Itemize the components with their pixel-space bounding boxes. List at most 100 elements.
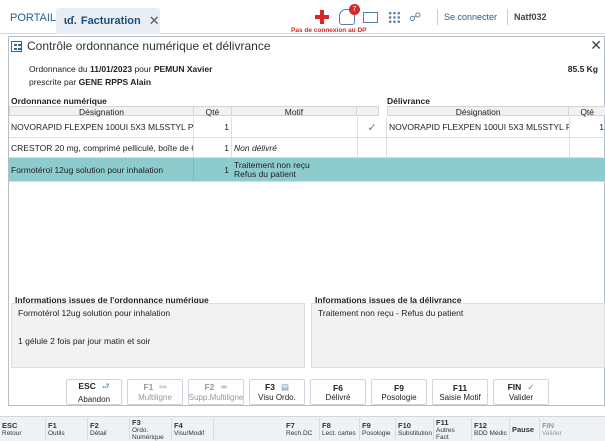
table-row[interactable]: NOVORAPID FLEXPEN 100UI 5X3 ML5STYL PR R… bbox=[9, 117, 605, 138]
bottom-f2-label: Détail bbox=[90, 430, 107, 437]
bottom-f4-key: F4 bbox=[174, 421, 183, 430]
prescriber-name: GENE RPPS Alain bbox=[78, 77, 152, 87]
bottom-f8[interactable]: F8 Lect. cartes bbox=[320, 418, 360, 440]
bottom-f9[interactable]: F9 Posologie bbox=[360, 418, 396, 440]
bottom-f8-label: Lect. cartes bbox=[322, 430, 356, 437]
bottom-f8-key: F8 bbox=[322, 421, 331, 430]
bottom-f3-label: Ordo. Numérique bbox=[132, 426, 164, 441]
motif-line-2: Refus du patient bbox=[234, 168, 296, 179]
row-qte: 1 bbox=[194, 117, 232, 137]
info-ordo-line2: 1 gélule 2 fois par jour matin et soir bbox=[18, 335, 151, 346]
multiligne-label: Multiligne bbox=[138, 393, 172, 402]
prescriber-line: prescrite par GENE RPPS Alain bbox=[29, 77, 151, 87]
bottom-f2[interactable]: F2 Détail bbox=[88, 418, 130, 440]
bottom-f7-key: F7 bbox=[286, 421, 295, 430]
saisie-motif-button[interactable]: F11 Saisie Motif bbox=[432, 379, 488, 405]
ordo-control-dialog: Contrôle ordonnance numérique et délivra… bbox=[8, 36, 605, 406]
col-qte[interactable]: Qté bbox=[194, 107, 232, 117]
table-row[interactable]: Formotérol 12ug solution pour inhalation… bbox=[9, 158, 605, 182]
bottom-f3[interactable]: F3 Ordo. Numérique bbox=[130, 417, 172, 441]
bottom-esc-key: ESC bbox=[2, 421, 18, 430]
bottom-f10-key: F10 bbox=[398, 421, 411, 430]
supp-multiligne-label: Supp.Multiligne bbox=[188, 393, 244, 402]
abandon-button[interactable]: ESC ⮐ Abandon bbox=[66, 379, 122, 405]
close-tab-icon[interactable]: ✕ bbox=[149, 13, 160, 29]
key-f11: F11 bbox=[452, 382, 468, 393]
dialog-title: Contrôle ordonnance numérique et délivra… bbox=[11, 39, 271, 53]
bottom-f4-label: Visu/Modif bbox=[174, 430, 205, 437]
apps-grid-icon[interactable] bbox=[388, 10, 401, 24]
user-name[interactable]: Natf032 bbox=[514, 12, 547, 22]
tab-facturation[interactable]: ɩɗ. Facturation ✕ bbox=[56, 8, 160, 34]
info-ordo-box: Formotérol 12ug solution pour inhalation… bbox=[11, 303, 305, 368]
table-row[interactable]: CRESTOR 20 mg, comprimé pelliculé, boîte… bbox=[9, 138, 605, 158]
connect-link[interactable]: Se connecter bbox=[444, 12, 497, 22]
bottom-f12[interactable]: F12 BDD Médic bbox=[472, 418, 510, 440]
key-esc: ESC bbox=[78, 380, 96, 391]
top-bar: PORTAIL ɩɗ. Facturation ✕ 7 ☍ Se connect… bbox=[0, 0, 605, 34]
row-deliv-designation bbox=[387, 138, 570, 157]
function-button-bar: ESC ⮐ Abandon F1 ⚯ Multiligne F2 ⚮ Supp.Multil… bbox=[9, 379, 605, 407]
posologie-label: Posologie bbox=[381, 392, 417, 402]
bottom-f7-label: Rech.DC bbox=[286, 430, 313, 437]
unlink-icon: ⚮ bbox=[220, 382, 228, 392]
notification-badge: 7 bbox=[349, 4, 360, 15]
link-icon: ⚯ bbox=[159, 382, 167, 392]
bottom-f7[interactable]: F7 Rech.DC bbox=[284, 418, 320, 440]
key-f9: F9 bbox=[394, 382, 404, 393]
row-qte: 1 bbox=[194, 158, 232, 181]
close-icon[interactable]: ✕ bbox=[590, 37, 602, 54]
section-delivrance: Délivrance bbox=[387, 96, 430, 106]
bottom-f1-label: Outils bbox=[48, 430, 65, 437]
bottom-f10[interactable]: F10 Substitution bbox=[396, 418, 434, 440]
info-deliv-line1: Traitement non reçu - Refus du patient bbox=[318, 308, 464, 318]
ordo-prefix: Ordonnance du bbox=[29, 64, 88, 74]
info-deliv-box: Traitement non reçu - Refus du patient bbox=[311, 303, 605, 368]
key-f2: F2 bbox=[204, 382, 215, 392]
mail-icon[interactable] bbox=[363, 11, 378, 23]
bottom-pause[interactable]: Pause bbox=[510, 418, 540, 440]
bottom-f1[interactable]: F1 Outils bbox=[46, 418, 88, 440]
rows-container: NOVORAPID FLEXPEN 100UI 5X3 ML5STYL PR R… bbox=[9, 117, 605, 182]
bottom-f10-label: Substitution bbox=[398, 430, 432, 437]
supp-multiligne-button[interactable]: F2 ⚮ Supp.Multiligne bbox=[188, 379, 244, 405]
col-deliv-designation[interactable]: Désignation bbox=[388, 107, 570, 117]
row-deliv-qte bbox=[570, 138, 605, 157]
abandon-label: Abandon bbox=[77, 394, 111, 404]
presc-prefix: prescrite par bbox=[29, 77, 77, 87]
delivre-label: Délivré bbox=[325, 392, 351, 402]
share-icon[interactable]: ☍ bbox=[409, 10, 423, 24]
ordo-pour: pour bbox=[134, 64, 152, 74]
visu-ordo-button[interactable]: F3 ▤ Visu Ordo. bbox=[249, 379, 305, 405]
document-icon: ▤ bbox=[280, 382, 289, 392]
bottom-f4[interactable]: F4 Visu/Modif bbox=[172, 418, 214, 440]
bottom-function-bar: ESC Retour F1 Outils F2 Détail F3 Ordo. Numé… bbox=[0, 416, 605, 441]
bell-icon[interactable]: 7 bbox=[339, 4, 360, 25]
key-f1: F1 bbox=[143, 382, 154, 392]
valider-label: Valider bbox=[508, 393, 534, 402]
row-designation: Formotérol 12ug solution pour inhalation bbox=[9, 158, 194, 181]
multiligne-button[interactable]: F1 ⚯ Multiligne bbox=[127, 379, 183, 405]
saisie-motif-label: Saisie Motif bbox=[439, 392, 481, 402]
divider bbox=[437, 9, 438, 25]
bottom-f11[interactable]: F11 Autres Fact bbox=[434, 418, 472, 441]
bottom-f3-key: F3 bbox=[132, 417, 141, 427]
key-f3: F3 bbox=[265, 382, 275, 392]
col-designation[interactable]: Désignation bbox=[10, 107, 194, 117]
col-motif[interactable]: Motif bbox=[232, 107, 358, 117]
pharmacy-cross-icon[interactable] bbox=[315, 10, 329, 24]
row-motif bbox=[232, 117, 358, 137]
section-ordonnance: Ordonnance numérique bbox=[11, 96, 107, 106]
tab-portail[interactable]: PORTAIL bbox=[10, 8, 56, 28]
valider-button[interactable]: FIN ✓ Valider bbox=[493, 379, 549, 405]
col-deliv-qte[interactable]: Qté bbox=[569, 107, 605, 117]
bottom-fin[interactable]: FIN Valider bbox=[540, 418, 570, 440]
grid-app-icon bbox=[11, 40, 22, 52]
posologie-button[interactable]: F9 Posologie bbox=[371, 379, 427, 405]
bottom-esc[interactable]: ESC Retour bbox=[0, 418, 46, 440]
check-icon: ✓ bbox=[358, 117, 387, 137]
dp-status-message: Pas de connexion au DP bbox=[291, 27, 367, 34]
bottom-f12-key: F12 bbox=[474, 421, 487, 430]
delivre-button[interactable]: F6 Délivré bbox=[310, 379, 366, 405]
return-icon: ⮐ bbox=[101, 380, 110, 391]
